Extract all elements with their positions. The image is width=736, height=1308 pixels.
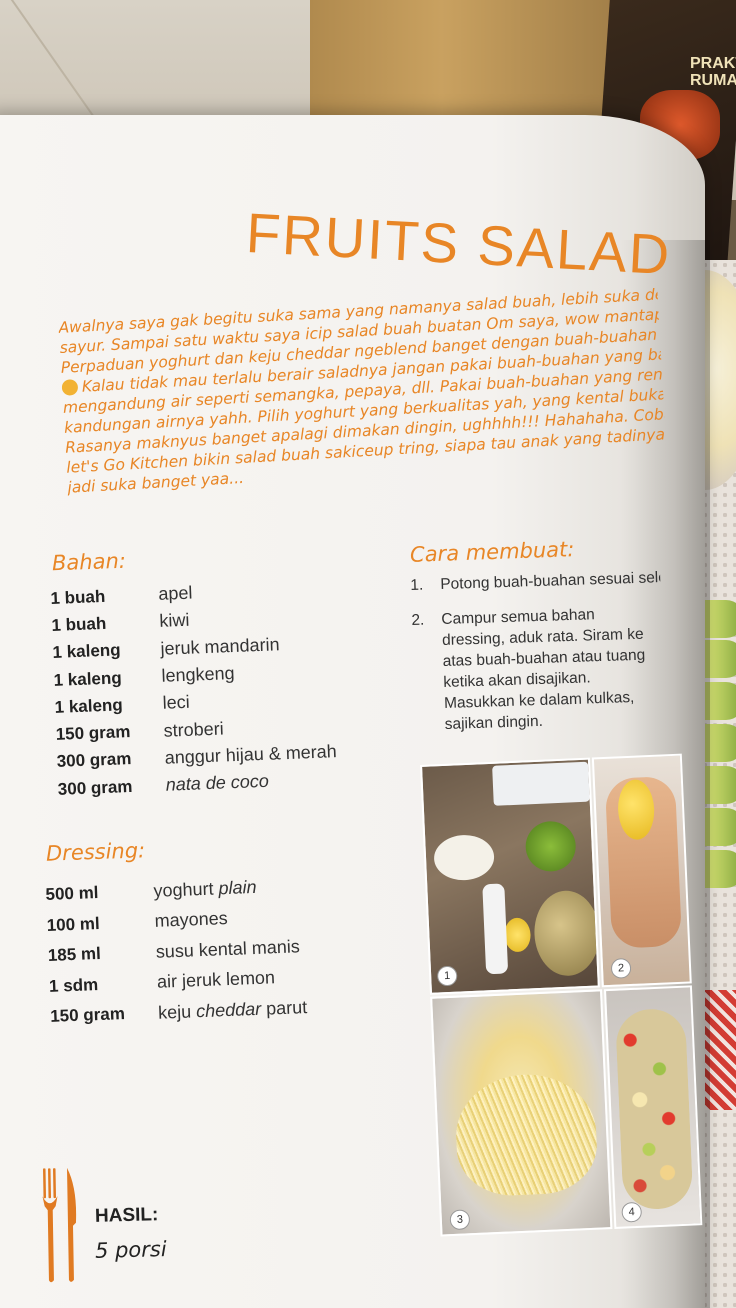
ingredient-name: yoghurt xyxy=(153,878,219,901)
ingredient-name: leci xyxy=(162,692,190,714)
photo-badge: 2 xyxy=(610,957,632,979)
step-number: 2. xyxy=(411,611,425,629)
step-number: 1. xyxy=(410,576,424,594)
recipe-intro: Awalnya saya gak begitu suka sama yang n… xyxy=(58,285,667,498)
cheese-photo: 3 xyxy=(430,989,613,1237)
ingredient-name-wrapper: keju cheddar parut xyxy=(158,997,308,1024)
dressing-list: 500 ml yoghurt plain 100 ml mayones 185 ml… xyxy=(45,870,308,1032)
hasil-value: 5 porsi xyxy=(94,1237,167,1263)
step-photos: 1 2 3 4 xyxy=(420,753,711,1244)
ingredient-qty: 1 sdm xyxy=(48,974,99,996)
step-text: Campur semua bahan dressing, aduk rata. … xyxy=(441,606,646,733)
smile-emoji-icon xyxy=(61,379,79,396)
background-book-title: PRAKTIS RUMAH xyxy=(690,55,736,89)
cutting-photo: 2 xyxy=(591,753,692,988)
ingredient-name: kiwi xyxy=(159,610,190,632)
ingredient-qty: 1 kaleng xyxy=(54,695,124,717)
ingredient-name: anggur hijau & merah xyxy=(164,741,338,768)
fruit-salad-image xyxy=(614,1007,694,1211)
ingredient-qty: 1 buah xyxy=(50,586,106,608)
ingredient-name-italic: cheddar xyxy=(195,998,262,1022)
hasil-label: HASIL: xyxy=(94,1204,159,1227)
yoghurt-tub-image xyxy=(433,833,496,882)
ingredient-name: mayones xyxy=(154,908,229,932)
ingredient-qty: 1 buah xyxy=(51,613,107,635)
cheese-box-image xyxy=(492,761,590,806)
photo-badge: 3 xyxy=(449,1209,471,1231)
steps-list: 1.Potong buah-buahan sesuai selera, sisi… xyxy=(410,567,665,750)
ingredient-qty: 1 kaleng xyxy=(52,640,121,663)
ingredient-name: apel xyxy=(158,582,193,604)
dressing-heading: Dressing: xyxy=(45,838,146,866)
milk-bottle-image xyxy=(482,883,509,975)
ingredient-qty: 1 kaleng xyxy=(53,667,123,690)
ingredient-name: air jeruk lemon xyxy=(156,967,276,993)
kiwi-image xyxy=(524,820,577,873)
ingredient-qty: 150 gram xyxy=(55,722,131,745)
ingredients-photo: 1 xyxy=(420,757,600,995)
bahan-heading: Bahan: xyxy=(51,548,127,576)
ingredient-qty: 150 gram xyxy=(49,1004,126,1027)
ingredient-qty: 185 ml xyxy=(47,944,102,966)
salad-photo: 4 xyxy=(603,985,703,1229)
ingredient-name: lengkeng xyxy=(161,663,235,686)
photo-badge: 1 xyxy=(436,965,458,987)
step-item: 2. Campur semua bahan dressing, aduk rata… xyxy=(411,602,665,736)
ingredient-name: jeruk mandarin xyxy=(160,633,280,659)
grated-cheese-image xyxy=(453,1071,599,1198)
ingredient-name: keju xyxy=(157,1001,197,1023)
ingredient-name-wrapper: nata de coco xyxy=(165,771,269,796)
ingredient-name: nata de coco xyxy=(165,770,270,795)
ingredient-name-italic: plain xyxy=(218,876,257,899)
ingredient-qty: 300 gram xyxy=(56,749,132,772)
bahan-list: 1 buah apel 1 buah kiwi 1 kaleng jeruk mand… xyxy=(50,574,338,803)
ingredient-name-suffix: parut xyxy=(260,996,308,1019)
ingredient-name-wrapper: yoghurt plain xyxy=(153,877,257,902)
melon-image xyxy=(532,889,600,978)
lemon-image xyxy=(503,917,532,953)
ingredient-qty: 300 gram xyxy=(57,776,133,799)
fork-knife-icon xyxy=(42,1167,77,1283)
ingredient-qty: 500 ml xyxy=(45,883,99,905)
photo-badge: 4 xyxy=(621,1201,643,1223)
ingredient-qty: 100 ml xyxy=(46,913,101,935)
ingredient-name: susu kental manis xyxy=(155,936,301,962)
ingredient-name: stroberi xyxy=(163,718,225,741)
